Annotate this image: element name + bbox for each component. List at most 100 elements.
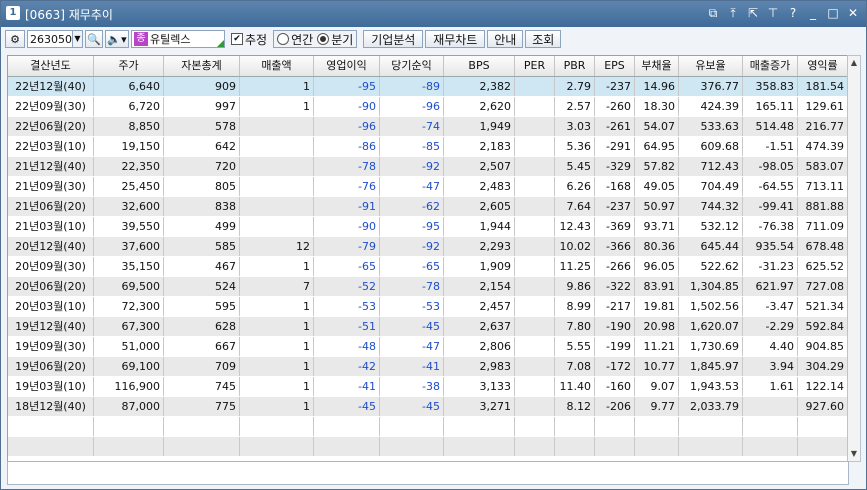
column-header[interactable]: 영업이익	[314, 56, 380, 76]
query-button[interactable]: 조회	[525, 30, 562, 48]
table-cell: 32,600	[94, 197, 164, 216]
financial-table[interactable]: 결산년도 주가 자본총계 매출액 영업이익 당기순익 BPS PER PBR EPS 부채율 유보율 매…	[7, 55, 849, 462]
table-cell: 21년03월(10)	[8, 217, 94, 236]
table-cell: 2,605	[444, 197, 515, 216]
column-header[interactable]: 부채율	[635, 56, 679, 76]
table-row[interactable]: 21년12월(40) 22,350 720 -78 -92 2,507 5.45 -329 57…	[8, 157, 848, 177]
table-row[interactable]: 22년12월(40) 6,640 909 1 -95 -89 2,382 2.79 -237 14…	[8, 77, 848, 97]
table-cell: 19년03월(10)	[8, 377, 94, 396]
table-row[interactable]: 18년12월(40) 87,000 775 1 -45 -45 3,271 8.12 -206 9…	[8, 397, 848, 417]
vertical-scrollbar[interactable]: ▲ ▼	[847, 55, 861, 462]
table-row[interactable]: 21년06월(20) 32,600 838 -91 -62 2,605 7.64 -237 50…	[8, 197, 848, 217]
table-cell: -38	[380, 377, 444, 396]
table-cell: 21년12월(40)	[8, 157, 94, 176]
column-header[interactable]: 자본총계	[164, 56, 240, 76]
quarter-radio[interactable]: 분기	[317, 31, 353, 48]
table-row[interactable]: 22년06월(20) 8,850 578 -96 -74 1,949 3.03 -261 54.…	[8, 117, 848, 137]
pin-top-icon[interactable]: ⊤	[766, 5, 780, 21]
table-cell: 1,909	[444, 257, 515, 276]
column-header[interactable]: 당기순익	[380, 56, 444, 76]
table-cell: 1	[240, 317, 314, 336]
table-row[interactable]: 20년06월(20) 69,500 524 7 -52 -78 2,154 9.86 -322 8…	[8, 277, 848, 297]
table-cell: 2,457	[444, 297, 515, 316]
column-header[interactable]: 주가	[94, 56, 164, 76]
speaker-icon[interactable]: 🔈▾	[105, 30, 129, 48]
scroll-up-icon[interactable]: ▲	[848, 56, 860, 70]
table-cell	[515, 417, 555, 436]
column-header[interactable]: 유보율	[679, 56, 743, 76]
company-name-box[interactable]: 종 유틸렉스	[131, 30, 225, 48]
title-bar[interactable]: 1 [0663] 재무추이 ⧉ ⤒ ⇱ ⊤ ? _ □ ✕	[1, 1, 866, 27]
table-cell: 744.32	[679, 197, 743, 216]
stock-code-combo[interactable]: 263050 ▼	[27, 30, 83, 48]
table-cell	[515, 157, 555, 176]
column-header[interactable]: 결산년도	[8, 56, 94, 76]
guide-button[interactable]: 안내	[487, 30, 524, 48]
column-header[interactable]: 매출액	[240, 56, 314, 76]
table-row[interactable]: 21년03월(10) 39,550 499 -90 -95 1,944 12.43 -369 9…	[8, 217, 848, 237]
table-cell: 49.05	[635, 177, 679, 196]
table-row[interactable]: 21년09월(30) 25,450 805 -76 -47 2,483 6.26 -168 49…	[8, 177, 848, 197]
column-header[interactable]: BPS	[444, 56, 515, 76]
close-icon[interactable]: ✕	[846, 5, 860, 21]
table-row[interactable]: 19년12월(40) 67,300 628 1 -51 -45 2,637 7.80 -190 2…	[8, 317, 848, 337]
table-cell: 6.26	[555, 177, 595, 196]
estimate-checkbox[interactable]: ✔ 추정	[231, 31, 267, 48]
table-cell	[515, 177, 555, 196]
popout-icon[interactable]: ⇱	[746, 5, 760, 21]
table-cell	[595, 417, 635, 436]
table-cell: -64.55	[743, 177, 798, 196]
table-cell: 22,350	[94, 157, 164, 176]
table-cell: 1	[240, 377, 314, 396]
table-row[interactable]: 20년12월(40) 37,600 585 12 -79 -92 2,293 10.02 -36…	[8, 237, 848, 257]
table-cell	[798, 417, 848, 436]
help-icon[interactable]: ?	[786, 5, 800, 21]
table-cell: 20년09월(30)	[8, 257, 94, 276]
table-cell: 927.60	[798, 397, 848, 416]
table-body: 22년12월(40) 6,640 909 1 -95 -89 2,382 2.79 -237 14…	[8, 77, 848, 457]
maximize-icon[interactable]: □	[826, 5, 840, 21]
table-cell: 667	[164, 337, 240, 356]
scroll-down-icon[interactable]: ▼	[848, 447, 860, 461]
table-cell	[515, 117, 555, 136]
table-row[interactable]: 22년09월(30) 6,720 997 1 -90 -96 2,620 2.57 -260 18…	[8, 97, 848, 117]
table-row[interactable]: 19년09월(30) 51,000 667 1 -48 -47 2,806 5.55 -199 1…	[8, 337, 848, 357]
column-header[interactable]: PBR	[555, 56, 595, 76]
table-row[interactable]: 19년03월(10) 116,900 745 1 -41 -38 3,133 11.40 -16…	[8, 377, 848, 397]
table-row[interactable]: 20년03월(10) 72,300 595 1 -53 -53 2,457 8.99 -217 1…	[8, 297, 848, 317]
table-cell: 1,502.56	[679, 297, 743, 316]
table-row[interactable]: 19년06월(20) 69,100 709 1 -42 -41 2,983 7.08 -172 1…	[8, 357, 848, 377]
table-cell	[635, 417, 679, 436]
table-cell: -76.38	[743, 217, 798, 236]
table-cell: 3.94	[743, 357, 798, 376]
company-analysis-button[interactable]: 기업분석	[363, 30, 424, 48]
chevron-down-icon[interactable]: ▼	[72, 31, 82, 47]
table-cell	[679, 437, 743, 456]
minimize-icon[interactable]: _	[806, 5, 820, 21]
financial-chart-button[interactable]: 재무차트	[425, 30, 486, 48]
settings-icon[interactable]: ⚙	[5, 30, 25, 48]
table-cell	[515, 277, 555, 296]
column-header[interactable]: EPS	[595, 56, 635, 76]
search-icon[interactable]: 🔍	[85, 30, 103, 48]
table-cell: -1.51	[743, 137, 798, 156]
annual-radio[interactable]: 연간	[277, 31, 313, 48]
table-row[interactable]: 20년09월(30) 35,150 467 1 -65 -65 1,909 11.25 -266…	[8, 257, 848, 277]
table-cell	[164, 437, 240, 456]
table-cell: 22년06월(20)	[8, 117, 94, 136]
table-cell: 727.08	[798, 277, 848, 296]
column-header[interactable]: 매출증가	[743, 56, 798, 76]
table-cell	[743, 417, 798, 436]
table-cell	[555, 437, 595, 456]
table-cell: -369	[595, 217, 635, 236]
table-cell	[515, 437, 555, 456]
table-cell: 181.54	[798, 77, 848, 96]
table-cell: -96	[380, 97, 444, 116]
column-header[interactable]: PER	[515, 56, 555, 76]
column-header[interactable]: 영익률	[798, 56, 848, 76]
table-cell: -41	[380, 357, 444, 376]
restore-window-icon[interactable]: ⧉	[706, 5, 720, 21]
table-cell: 122.14	[798, 377, 848, 396]
table-row[interactable]: 22년03월(10) 19,150 642 -86 -85 2,183 5.36 -291 64…	[8, 137, 848, 157]
pin-icon[interactable]: ⤒	[726, 5, 740, 21]
